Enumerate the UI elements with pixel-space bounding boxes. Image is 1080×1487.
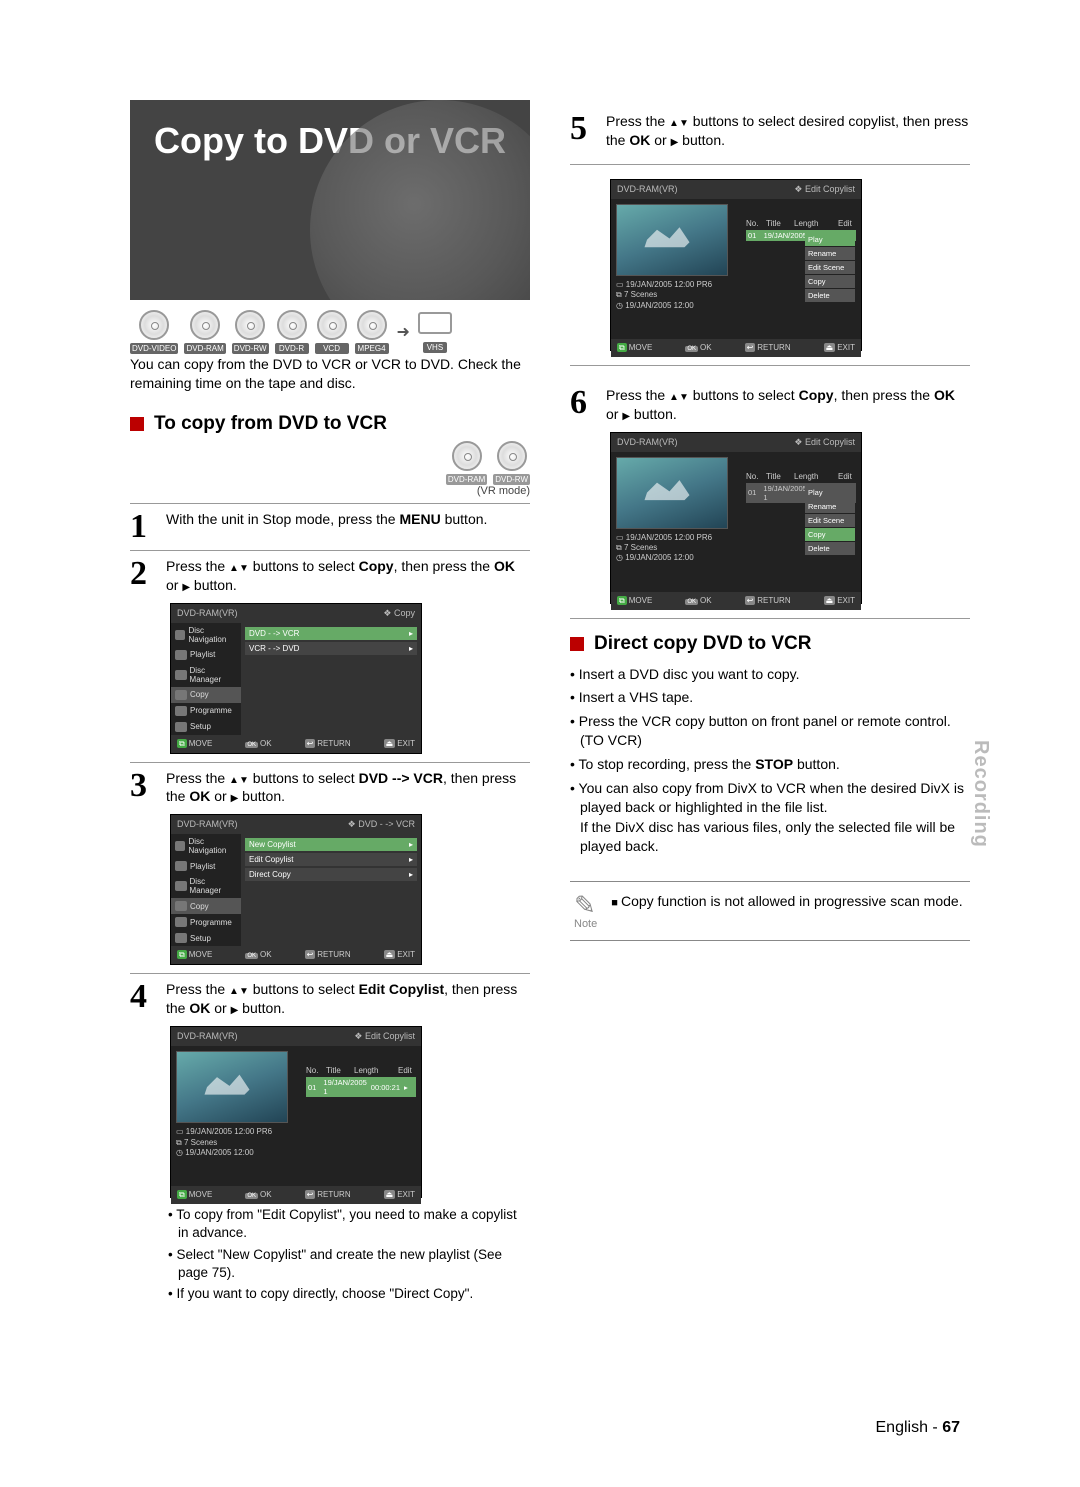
step-2: 2 Press the buttons to select Copy, then… [130,550,530,595]
osd-side-menu: Disc Navigation Playlist Disc Manager Co… [171,623,241,735]
step-number: 2 [130,557,156,595]
badge-dvd-r: DVD-R [275,310,309,354]
up-icon [229,770,239,786]
red-square-icon [570,637,584,651]
badge-dvd-ram: DVD-RAM [184,310,225,354]
badge-vcd: VCD [315,310,349,354]
vr-mode-label: (VR mode) [130,485,530,497]
intro-text: You can copy from the DVD to VCR or VCR … [130,355,530,393]
left-column: Copy to DVD or VCR DVD-VIDEO DVD-RAM DVD… [130,100,530,1309]
down-icon [239,770,249,786]
step-body: With the unit in Stop mode, press the ME… [166,510,530,544]
up-icon [229,558,239,574]
page: Copy to DVD or VCR DVD-VIDEO DVD-RAM DVD… [0,0,1080,1487]
step-number: 5 [570,112,596,150]
arrow-icon: ➜ [395,322,412,342]
up-icon [669,387,679,403]
down-icon [239,981,249,997]
badge-vhs: VHS [418,308,452,355]
step-body: Press the buttons to select Edit Copylis… [166,980,530,1018]
up-icon [669,113,679,129]
osd-copylist-copy: DVD-RAM(VR)Edit Copylist ▭ 19/JAN/2005 1… [610,432,862,604]
step-1: 1 With the unit in Stop mode, press the … [130,503,530,544]
section-head-copy-dvd-to-vcr: To copy from DVD to VCR [130,413,530,435]
step-body: Press the buttons to select Copy, then p… [606,386,970,424]
context-menu: Play Rename Edit Scene Copy Delete [805,233,855,303]
step-number: 4 [130,980,156,1018]
badge-mpeg4: MPEG4 [355,310,389,354]
step-body: Press the buttons to select desired copy… [606,112,970,150]
mini-badge-dvd-rw: DVD-RW [493,441,530,485]
section1-title: To copy from DVD to VCR [154,413,387,435]
red-square-icon [130,417,144,431]
step-4: 4 Press the buttons to select Edit Copyl… [130,973,530,1018]
step-body: Press the buttons to select Copy, then p… [166,557,530,595]
step-number: 1 [130,510,156,544]
play-icon [182,577,190,593]
thumbnail-icon [176,1051,288,1123]
badge-dvd-video: DVD-VIDEO [130,310,178,354]
step-body: Press the buttons to select DVD --> VCR,… [166,769,530,807]
play-icon [622,406,630,422]
page-footer: English - 67 [876,1419,961,1437]
thumbnail-icon [616,457,728,529]
thumbnail-icon [616,204,728,276]
step-number: 3 [130,769,156,807]
section-head-direct-copy: Direct copy DVD to VCR [570,633,970,655]
badge-dvd-rw: DVD-RW [232,310,269,354]
side-tab-label: Recording [969,740,992,848]
mini-badges: DVD-RAM DVD-RW [130,441,530,485]
down-icon [239,558,249,574]
osd-dvd-vcr-menu: DVD-RAM(VR)DVD - -> VCR Disc Navigation … [170,814,422,965]
osd-edit-copylist: DVD-RAM(VR)Edit Copylist ▭ 19/JAN/2005 1… [170,1026,422,1198]
down-icon [679,113,689,129]
step-5: 5 Press the buttons to select desired co… [570,106,970,150]
title-banner: Copy to DVD or VCR [130,100,530,300]
note-box: ✎ Note Copy function is not allowed in p… [570,881,970,941]
osd-copylist-actions: DVD-RAM(VR)Edit Copylist ▭ 19/JAN/2005 1… [610,179,862,351]
media-format-row: DVD-VIDEO DVD-RAM DVD-RW DVD-R VCD MPEG4… [130,308,530,355]
step-3: 3 Press the buttons to select DVD --> VC… [130,762,530,807]
mini-badge-dvd-ram: DVD-RAM [446,441,487,485]
banner-title: Copy to DVD or VCR [130,120,530,162]
direct-copy-bullets: Insert a DVD disc you want to copy. Inse… [570,665,970,857]
note-text: Copy function is not allowed in progress… [611,892,962,912]
step4-notes: To copy from "Edit Copylist", you need t… [168,1206,530,1303]
note-icon: ✎ Note [574,892,597,930]
step-6: 6 Press the buttons to select Copy, then… [570,380,970,424]
step-number: 6 [570,386,596,424]
down-icon [679,387,689,403]
up-icon [229,981,239,997]
right-column: 5 Press the buttons to select desired co… [570,100,970,1309]
osd-copy-menu: DVD-RAM(VR)Copy Disc Navigation Playlist… [170,603,422,754]
section2-title: Direct copy DVD to VCR [594,633,811,655]
context-menu: Play Rename Edit Scene Copy Delete [805,486,855,556]
